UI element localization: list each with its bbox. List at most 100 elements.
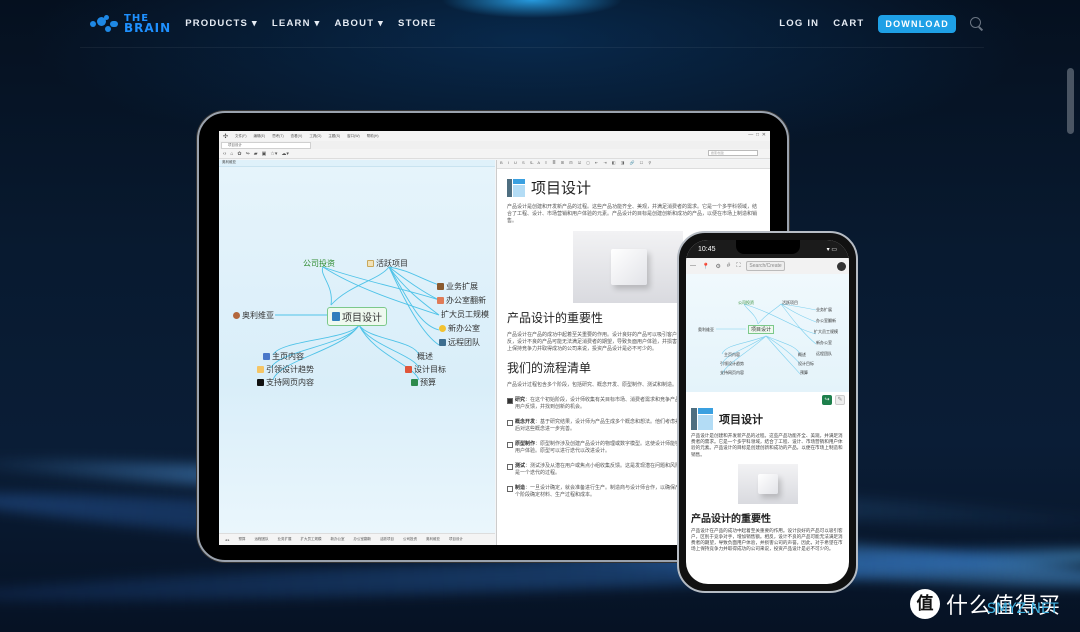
target-icon <box>405 366 412 373</box>
fullscreen-icon[interactable]: ⛶ <box>736 263 740 270</box>
thought-sibling[interactable]: 办公室翻新 <box>437 295 486 306</box>
status-bar: 10:45 ▾ ▭ <box>686 240 849 258</box>
history-item[interactable]: 远程团队 <box>253 536 271 543</box>
phone-plex: 公司投资 活跃项目 奥利维亚 项目设计 业务扩展 办公室翻新 扩大员工规模 新办… <box>686 274 849 392</box>
history-nav-icon[interactable]: ◂ ▸ <box>223 537 232 543</box>
history-item[interactable]: 新办公室 <box>329 536 347 543</box>
thought-sibling[interactable]: 远程团队 <box>439 337 480 348</box>
app-menubar: ✣ 文件(F) 编辑(E) 思考(T) 查看(V) 工具(O) 主题(S) 窗口… <box>219 131 770 141</box>
phone-thought[interactable]: 新办公室 <box>816 340 832 346</box>
brain-tab[interactable]: 项目设计 <box>221 141 311 149</box>
thought-jump[interactable]: 奥利维亚 <box>233 310 274 321</box>
phone-thought[interactable]: 主页内容 <box>724 352 740 358</box>
active-thought[interactable]: 项目设计 <box>327 307 387 326</box>
home-icon[interactable]: ⌂ <box>230 151 233 157</box>
phone-thought[interactable]: 设计目标 <box>798 361 814 367</box>
thought-parent[interactable]: 活跃项目 <box>367 258 408 269</box>
page-scrollbar[interactable] <box>1067 68 1074 134</box>
notes-format-toolbar[interactable]: B I U S S̶ A ≡ ≣ ⊞ ⊟ ☑ ◻ ⇤ ⇥ ◧ ◨ 🔗 ☐ ⚲ <box>497 160 770 169</box>
menu-help[interactable]: 帮助(H) <box>367 134 379 139</box>
phone-thought[interactable]: 扩大员工规模 <box>814 329 838 335</box>
history-item[interactable]: 奥利维亚 <box>424 536 442 543</box>
history-item[interactable]: 活跃项目 <box>378 536 396 543</box>
thought-child[interactable]: 概述 <box>417 351 433 362</box>
phone-thought[interactable]: 奥利维亚 <box>698 327 714 333</box>
nav-store[interactable]: STORE <box>398 18 437 29</box>
phone-thought[interactable]: 预算 <box>800 370 808 376</box>
phone-thought[interactable]: 办公室翻新 <box>816 318 836 324</box>
thought-label: 公司投资 <box>303 259 335 268</box>
window-controls[interactable]: — □ ✕ <box>748 132 766 138</box>
team-icon <box>439 339 446 346</box>
nav-products[interactable]: PRODUCTS ▾ <box>185 18 258 29</box>
thought-label: 远程团队 <box>448 338 480 347</box>
thought-child[interactable]: 设计目标 <box>405 364 446 375</box>
avatar[interactable] <box>837 261 846 271</box>
menu-thoughts[interactable]: 主题(S) <box>328 134 340 139</box>
star-icon[interactable]: ☆▾ <box>270 151 277 157</box>
thought-child[interactable]: 主页内容 <box>263 351 304 362</box>
history-item[interactable]: 业务扩展 <box>276 536 294 543</box>
menu-tools[interactable]: 工具(O) <box>309 134 321 139</box>
thought-child[interactable]: 支持网页内容 <box>257 377 314 388</box>
phone-active-thought[interactable]: 项目设计 <box>748 325 775 334</box>
thought-sibling[interactable]: 业务扩展 <box>437 281 478 292</box>
phone-thought[interactable]: 引领设计趋势 <box>720 361 744 367</box>
menu-file[interactable]: 文件(F) <box>235 134 246 139</box>
video-icon <box>257 379 264 386</box>
phone-note-importance: 产品设计在产品的成功中起着至关重要的作用。设计良好的产品可以吸引客户，区别于竞争… <box>691 527 843 552</box>
folder-icon <box>257 366 264 373</box>
menu-window[interactable]: 窗口(W) <box>347 134 360 139</box>
folder-icon[interactable]: ▰ <box>254 151 258 157</box>
thought-child[interactable]: 预算 <box>411 377 436 388</box>
back-forward-icon[interactable]: ‹› <box>223 151 226 157</box>
watermark: 值 什么值得买 SMYZ.NET <box>910 588 1061 620</box>
pin-icon[interactable]: ✿ <box>237 151 241 157</box>
history-item[interactable]: 办公室翻新 <box>352 536 374 543</box>
phone-notes: 项目设计 产品设计是创建和开发新产品的过程。这些产品功能齐全、美观，并满足消费者… <box>686 408 849 553</box>
gear-icon[interactable]: ⚙ <box>715 263 720 270</box>
note-icon <box>367 260 374 267</box>
menu-icon[interactable]: — <box>690 263 696 269</box>
pin-icon[interactable]: 📍 <box>702 263 709 270</box>
layout-icon[interactable]: ▣ <box>262 151 267 157</box>
thebrain-logo[interactable]: THE BRAIN <box>90 13 171 34</box>
thought-child[interactable]: 引领设计趋势 <box>257 364 314 375</box>
thought-sibling[interactable]: 扩大员工规模 <box>441 309 489 320</box>
menu-edit[interactable]: 编辑(E) <box>254 134 266 139</box>
history-item[interactable]: 扩大员工规模 <box>299 536 324 543</box>
login-link[interactable]: LOG IN <box>779 18 819 29</box>
brain-tab-row: 项目设计 <box>219 141 770 149</box>
phone-thought[interactable]: 概述 <box>798 352 806 358</box>
phone-notch <box>736 240 800 254</box>
note-intro: 产品设计是创建和开发新产品的过程。这些产品功能齐全、美观，并满足消费者的需求。它… <box>507 204 758 224</box>
thought-label: 新办公室 <box>448 324 480 333</box>
share-icon[interactable]: ↪ <box>822 395 832 405</box>
phone-search-input[interactable]: Search/Create <box>746 261 785 271</box>
search-icon[interactable] <box>970 16 984 31</box>
cart-link[interactable]: CART <box>833 18 864 29</box>
phone-thought[interactable]: 支持网页内容 <box>720 370 744 376</box>
history-item[interactable]: 预算 <box>237 536 248 543</box>
edit-icon[interactable]: ✎ <box>835 395 845 405</box>
nav-about[interactable]: ABOUT ▾ <box>334 18 384 29</box>
phone-thought[interactable]: 公司投资 <box>738 300 754 306</box>
download-button[interactable]: DOWNLOAD <box>878 14 956 33</box>
history-item[interactable]: 公司投资 <box>401 536 419 543</box>
phone-thought[interactable]: 业务扩展 <box>816 307 832 313</box>
thought-sibling[interactable]: 新办公室 <box>439 323 480 334</box>
phone-thought[interactable]: 远程团队 <box>816 351 832 357</box>
search-create-input[interactable]: 搜索/创建 <box>708 150 758 156</box>
thought-label: 支持网页内容 <box>266 378 314 387</box>
person-icon <box>233 312 240 319</box>
history-item[interactable]: 项目设计 <box>447 536 465 543</box>
hash-icon[interactable]: # <box>727 263 730 269</box>
link-icon[interactable]: ↬ <box>246 151 250 157</box>
nav-learn[interactable]: LEARN ▾ <box>272 18 321 29</box>
menu-view[interactable]: 查看(V) <box>291 134 303 139</box>
cloud-icon[interactable]: ☁▾ <box>281 151 289 157</box>
thought-parent[interactable]: 公司投资 <box>303 258 335 269</box>
note-title: 项目设计 <box>531 179 592 197</box>
menu-think[interactable]: 思考(T) <box>272 134 283 139</box>
phone-thought[interactable]: 活跃项目 <box>782 300 798 306</box>
